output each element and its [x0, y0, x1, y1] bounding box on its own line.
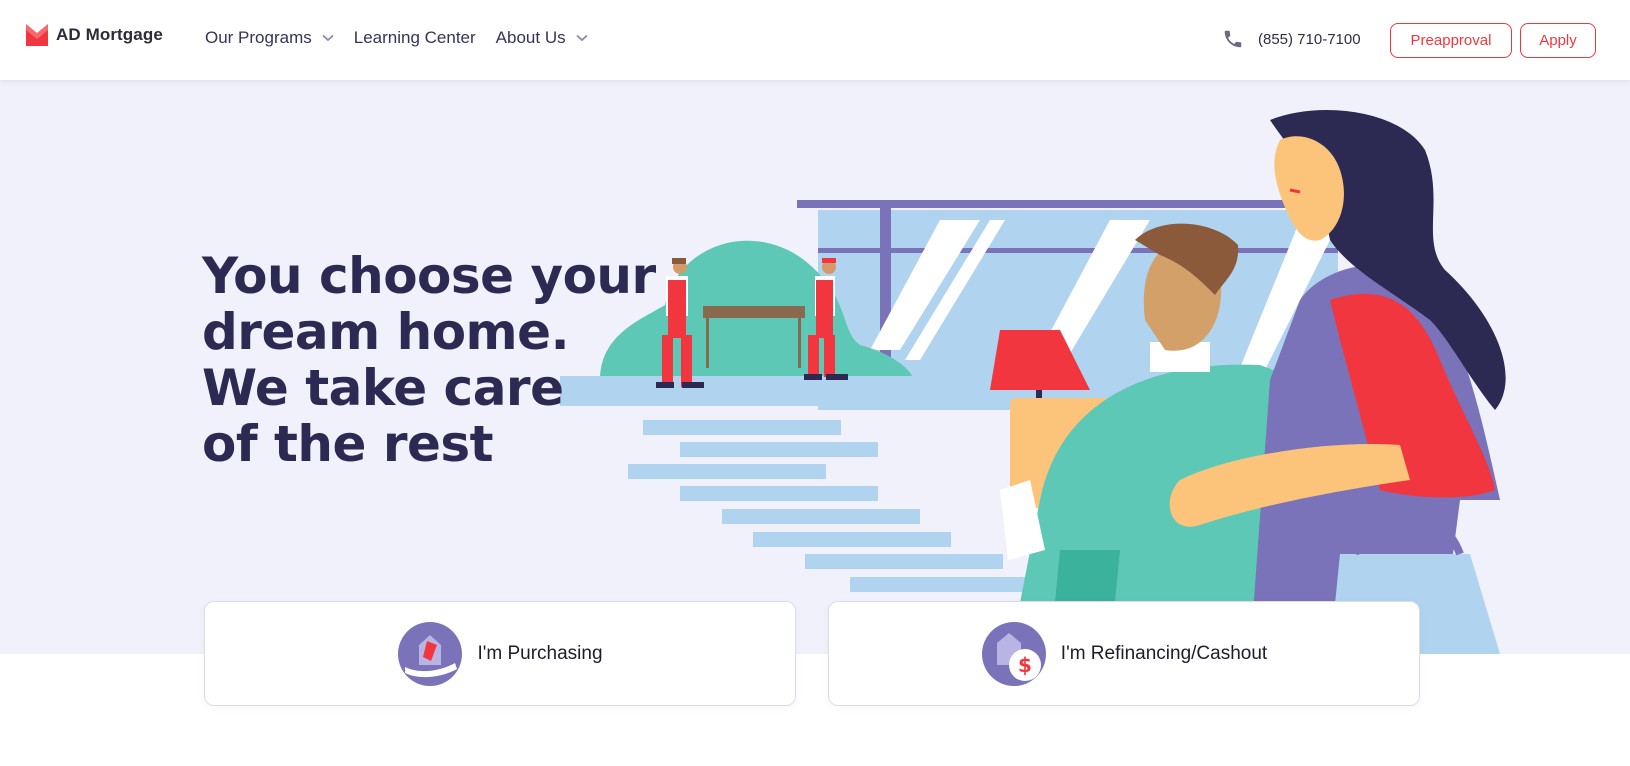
logo-icon: [26, 24, 48, 46]
logo[interactable]: AD Mortgage: [26, 24, 163, 46]
hero-headline-line-2: dream home.: [202, 303, 570, 361]
hero-headline-line-4: of the rest: [202, 415, 494, 473]
svg-text:$: $: [1018, 653, 1032, 677]
apply-button[interactable]: Apply: [1520, 23, 1596, 58]
chevron-down-icon: [322, 34, 334, 42]
refinancing-card-label: I'm Refinancing/Cashout: [1060, 642, 1268, 664]
site-header: AD Mortgage Our Programs Learning Center…: [0, 0, 1630, 80]
logo-text: AD Mortgage: [56, 25, 163, 44]
purchasing-card-label: I'm Purchasing: [477, 642, 603, 664]
chevron-down-icon: [576, 34, 588, 42]
nav-our-programs-label: Our Programs: [205, 28, 312, 47]
nav-learning-center[interactable]: Learning Center: [354, 28, 476, 48]
hero-headline: You choose your dream home. We take care…: [202, 248, 662, 472]
nav-our-programs[interactable]: Our Programs: [205, 28, 334, 48]
main-nav: Our Programs Learning Center About Us: [205, 28, 608, 48]
house-in-hand-icon: [398, 621, 463, 686]
house-dollar-icon: $: [981, 621, 1046, 686]
hero-headline-line-1: You choose your: [202, 247, 656, 305]
nav-about-us[interactable]: About Us: [496, 28, 588, 48]
phone-link[interactable]: (855) 710-7100: [1222, 28, 1361, 50]
purchasing-card[interactable]: I'm Purchasing: [204, 601, 796, 706]
refinancing-card[interactable]: $ I'm Refinancing/Cashout: [828, 601, 1420, 706]
preapproval-button[interactable]: Preapproval: [1390, 23, 1512, 58]
phone-number: (855) 710-7100: [1258, 30, 1361, 48]
hero-headline-line-3: We take care: [202, 359, 564, 417]
hero-section: You choose your dream home. We take care…: [0, 80, 1630, 654]
nav-learning-center-label: Learning Center: [353, 28, 476, 47]
nav-about-us-label: About Us: [495, 28, 566, 47]
phone-icon: [1224, 30, 1242, 48]
